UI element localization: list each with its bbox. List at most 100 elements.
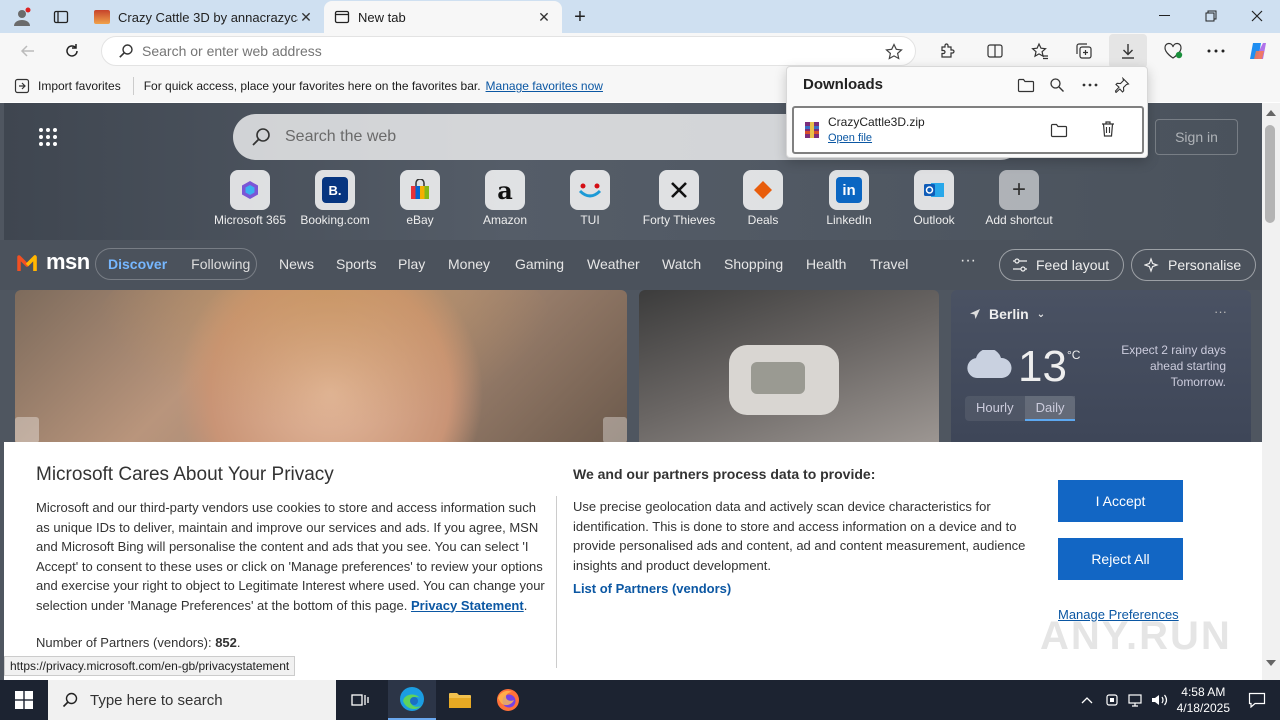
scroll-up-arrow-icon[interactable] <box>1266 110 1276 116</box>
shortcut-forty-thieves[interactable]: Forty Thieves <box>636 170 722 227</box>
profile-icon[interactable] <box>8 5 36 29</box>
system-clock[interactable]: 4:58 AM 4/18/2025 <box>1177 684 1230 716</box>
import-favorites-label: Import favorites <box>38 79 121 93</box>
tab-hourly[interactable]: Hourly <box>965 396 1025 421</box>
show-in-folder-icon[interactable] <box>1050 122 1068 138</box>
nav-news[interactable]: News <box>279 256 314 272</box>
minimize-icon[interactable] <box>1150 6 1180 26</box>
nav-watch[interactable]: Watch <box>662 256 701 272</box>
task-view-icon[interactable] <box>336 680 384 720</box>
new-tab-plus-icon[interactable]: + <box>568 5 592 29</box>
edge-taskbar-icon[interactable] <box>388 680 436 720</box>
refresh-icon[interactable] <box>57 37 87 65</box>
taskbar-search-box[interactable]: Type here to search <box>48 680 336 720</box>
weather-forecast-note[interactable]: Expect 2 rainy days ahead starting Tomor… <box>1116 342 1226 390</box>
download-item[interactable]: CrazyCattle3D.zip Open file <box>792 106 1144 154</box>
weather-city[interactable]: Berlin ⌄ <box>969 306 1045 322</box>
scroll-thumb[interactable] <box>1265 125 1275 223</box>
msn-butterfly-icon <box>17 255 37 271</box>
news-card-image-woman[interactable] <box>15 290 627 442</box>
windows-start-icon[interactable] <box>0 680 48 720</box>
restore-icon[interactable] <box>1196 6 1226 26</box>
windows-taskbar: Type here to search 4:58 AM 4/18/2025 <box>0 680 1280 720</box>
notification-center-icon[interactable] <box>1248 692 1266 708</box>
firefox-icon[interactable] <box>484 680 532 720</box>
carousel-next-icon[interactable] <box>603 417 627 442</box>
news-card-image-blood-pressure[interactable] <box>639 290 939 442</box>
copilot-icon[interactable] <box>1243 37 1273 65</box>
shortcut-tui[interactable]: TUI <box>547 170 633 227</box>
shortcut-linkedin[interactable]: in LinkedIn <box>806 170 892 227</box>
feed-layout-button[interactable]: Feed layout <box>999 249 1125 281</box>
close-tab-icon[interactable]: ✕ <box>298 9 314 25</box>
split-screen-icon[interactable] <box>980 37 1010 65</box>
search-downloads-icon[interactable] <box>1046 75 1068 95</box>
shortcut-ebay[interactable]: eBay <box>377 170 463 227</box>
divider <box>556 496 557 668</box>
address-input[interactable] <box>142 43 842 59</box>
page-scrollbar[interactable] <box>1262 103 1280 680</box>
downloads-icon[interactable] <box>1109 34 1147 68</box>
volume-icon[interactable] <box>1151 693 1169 707</box>
weather-card[interactable]: Berlin ⌄ ··· 13 °C Expect 2 rainy days a… <box>951 290 1251 442</box>
scroll-down-arrow-icon[interactable] <box>1266 660 1276 666</box>
accept-button[interactable]: I Accept <box>1058 480 1183 522</box>
tab-new-tab[interactable]: New tab ✕ <box>324 1 562 33</box>
nav-shopping[interactable]: Shopping <box>724 256 783 272</box>
collections-icon[interactable] <box>1069 37 1099 65</box>
close-tab-icon[interactable]: ✕ <box>536 9 552 25</box>
tab-discover[interactable]: Discover <box>96 249 179 279</box>
more-options-icon[interactable] <box>1201 37 1231 65</box>
shortcut-deals[interactable]: Deals <box>720 170 806 227</box>
favorites-icon[interactable] <box>1025 37 1055 65</box>
tray-chevron-up-icon[interactable] <box>1081 696 1093 704</box>
clock-date: 4/18/2025 <box>1176 701 1230 715</box>
shortcut-add[interactable]: + Add shortcut <box>976 170 1062 227</box>
delete-trash-icon[interactable] <box>1100 120 1116 138</box>
shortcut-microsoft-365[interactable]: Microsoft 365 <box>207 170 293 227</box>
nav-health[interactable]: Health <box>806 256 846 272</box>
shortcut-outlook[interactable]: Outlook <box>891 170 977 227</box>
weather-more-icon[interactable]: ··· <box>1214 304 1227 319</box>
back-arrow-icon[interactable] <box>13 37 43 65</box>
nav-travel[interactable]: Travel <box>870 256 908 272</box>
extensions-puzzle-icon[interactable] <box>932 37 962 65</box>
manage-favorites-link[interactable]: Manage favorites now <box>486 79 603 93</box>
downloads-more-icon[interactable] <box>1079 75 1101 95</box>
privacy-statement-link[interactable]: Privacy Statement <box>411 598 524 613</box>
sign-in-button[interactable]: Sign in <box>1155 119 1238 155</box>
nav-sports[interactable]: Sports <box>336 256 376 272</box>
shortcut-amazon[interactable]: a Amazon <box>462 170 548 227</box>
file-explorer-icon[interactable] <box>436 680 484 720</box>
shortcut-booking[interactable]: B. Booking.com <box>292 170 378 227</box>
security-tray-icon[interactable] <box>1105 693 1119 707</box>
carousel-prev-icon[interactable] <box>15 417 39 442</box>
nav-weather[interactable]: Weather <box>587 256 640 272</box>
personalise-button[interactable]: Personalise <box>1131 249 1257 281</box>
nav-more-icon[interactable]: ··· <box>960 252 976 270</box>
nav-gaming[interactable]: Gaming <box>515 256 564 272</box>
pin-icon[interactable] <box>1111 75 1133 95</box>
tab-actions-icon[interactable] <box>48 5 74 29</box>
browser-essentials-icon[interactable] <box>1158 37 1188 65</box>
reject-all-button[interactable]: Reject All <box>1058 538 1183 580</box>
chevron-down-icon: ⌄ <box>1036 308 1046 320</box>
nav-money[interactable]: Money <box>448 256 490 272</box>
import-favorites-button[interactable]: Import favorites <box>14 78 121 94</box>
search-icon <box>251 127 271 147</box>
weather-temperature: 13 <box>1018 342 1067 391</box>
tab-daily[interactable]: Daily <box>1024 396 1076 421</box>
open-folder-icon[interactable] <box>1015 75 1037 95</box>
favorite-star-icon[interactable] <box>885 43 903 61</box>
nav-play[interactable]: Play <box>398 256 425 272</box>
forty-thieves-icon <box>659 170 699 210</box>
address-bar[interactable] <box>101 36 916 66</box>
tab-crazy-cattle[interactable]: Crazy Cattle 3D by annacrazycattle ✕ <box>84 1 324 33</box>
network-icon[interactable] <box>1127 693 1143 707</box>
app-launcher-icon[interactable] <box>38 127 58 147</box>
open-file-link[interactable]: Open file <box>828 132 872 144</box>
msn-logo[interactable]: msn <box>16 249 90 275</box>
vendors-list-link[interactable]: List of Partners (vendors) <box>573 581 731 596</box>
tab-following[interactable]: Following <box>179 249 262 279</box>
close-window-icon[interactable] <box>1242 6 1272 26</box>
